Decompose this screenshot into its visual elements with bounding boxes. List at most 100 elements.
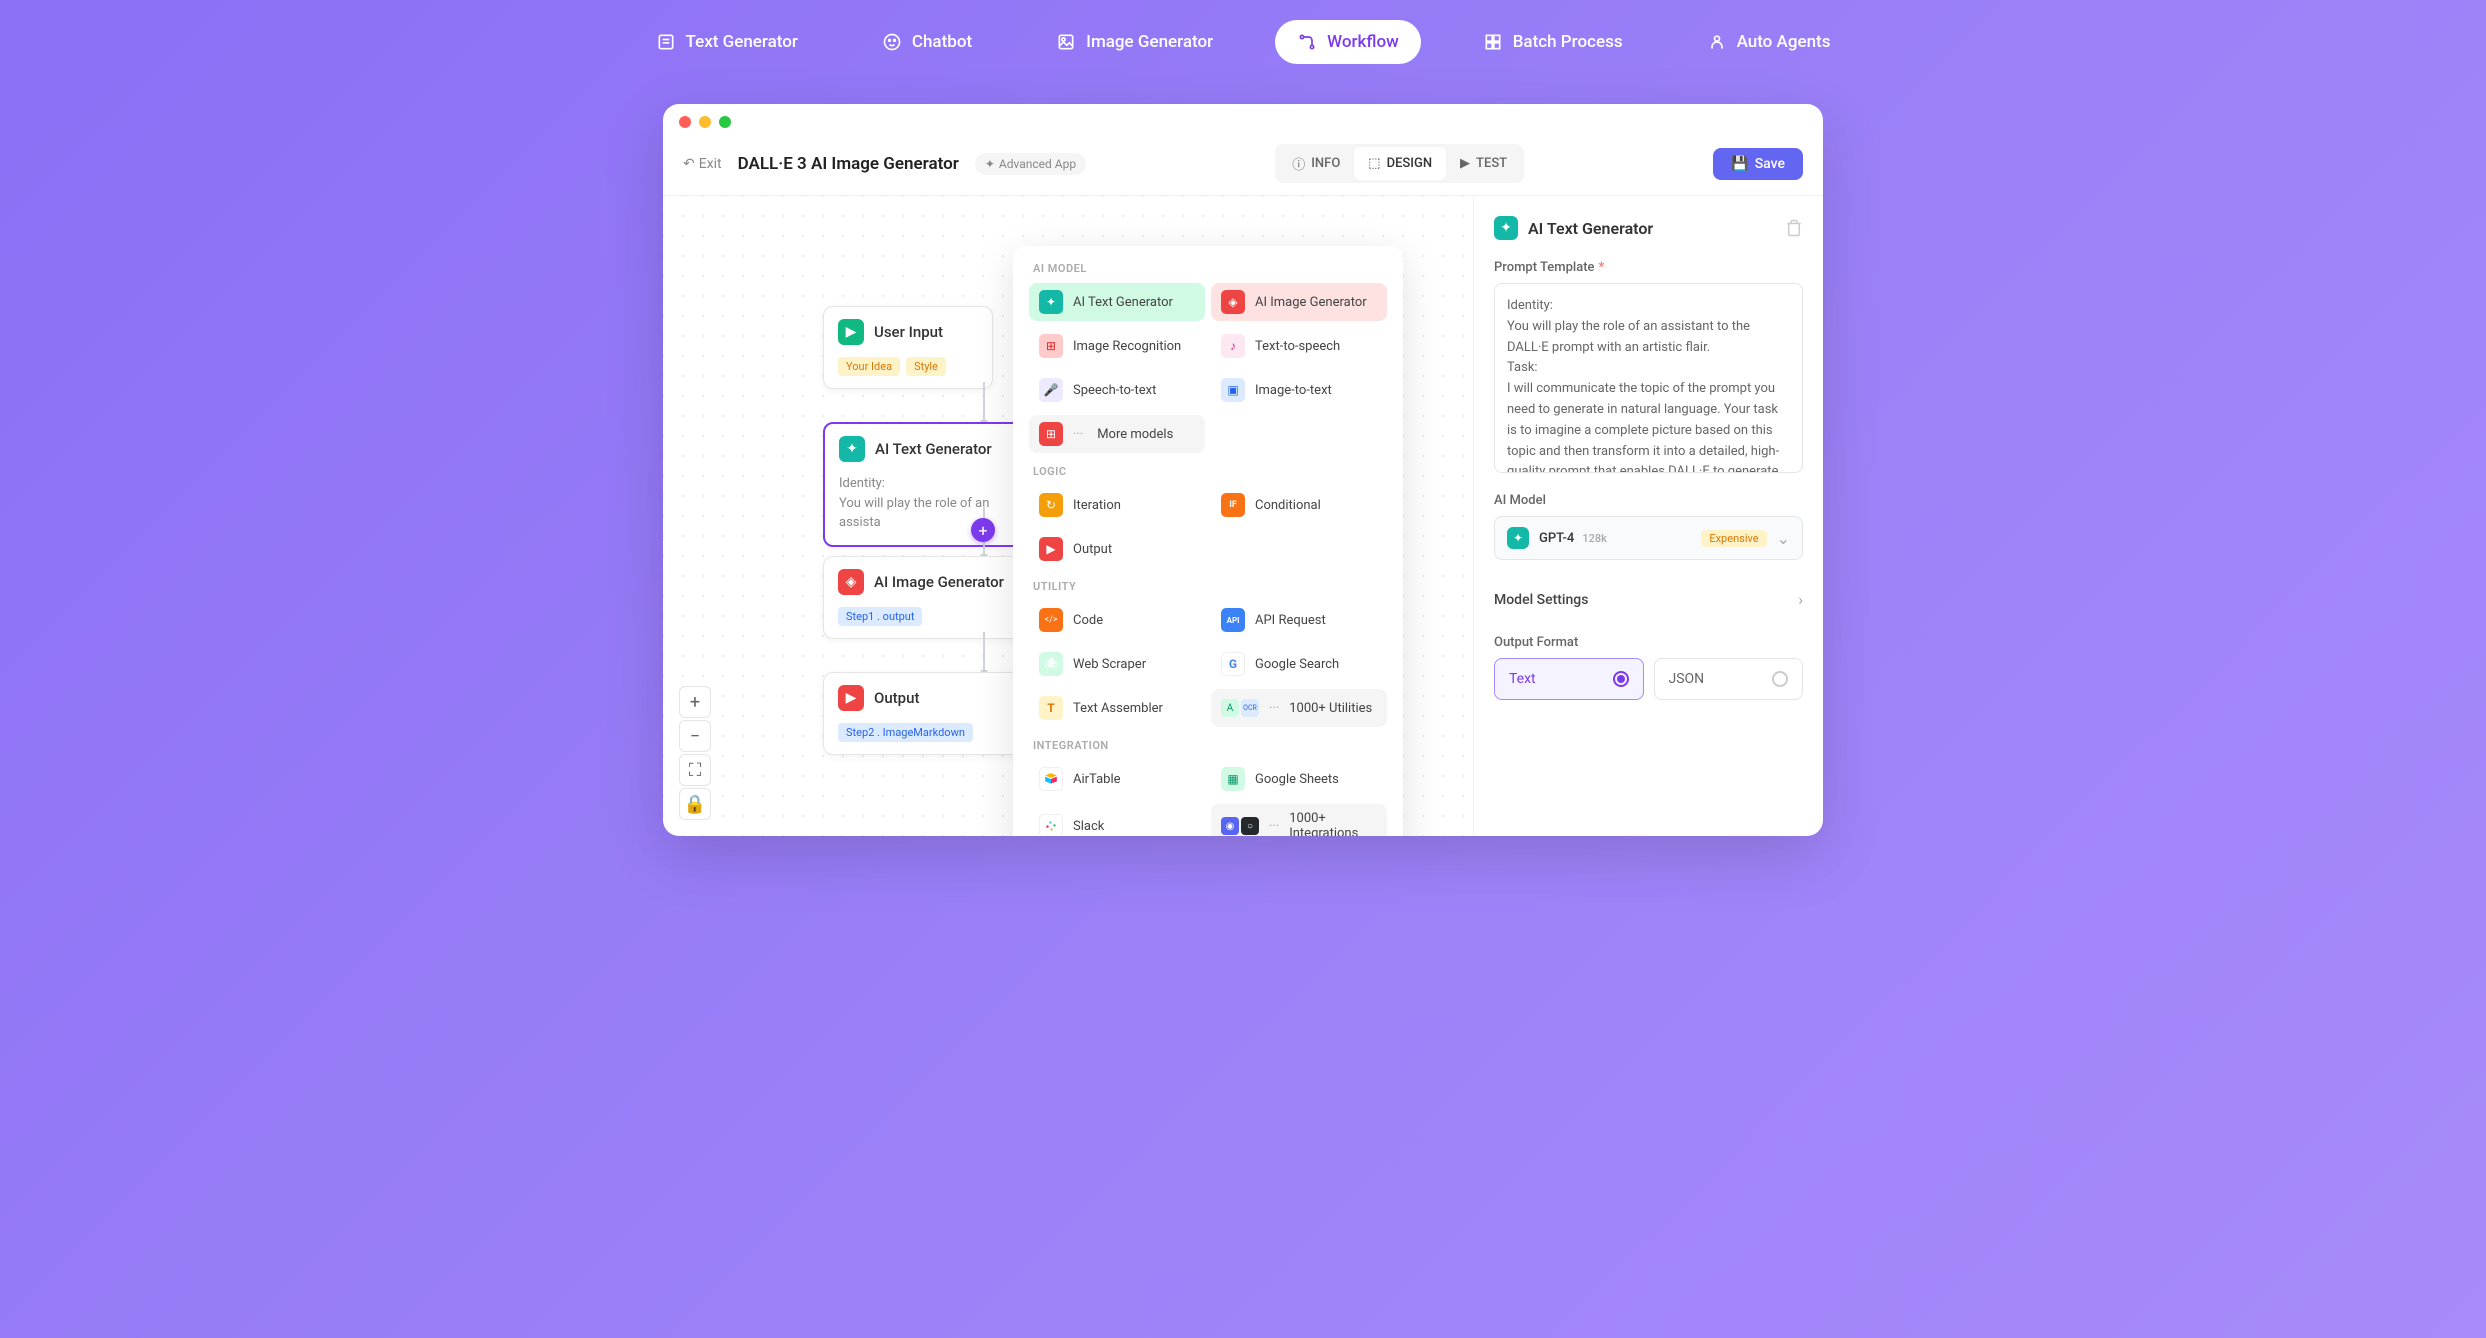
- maximize-dot[interactable]: [719, 116, 731, 128]
- toolbar: ↶ Exit DALL·E 3 AI Image Generator ✦ Adv…: [663, 140, 1823, 196]
- format-json[interactable]: JSON: [1654, 658, 1804, 700]
- google-icon: G: [1221, 652, 1245, 676]
- chevron-right-icon: ›: [1798, 590, 1803, 609]
- save-button[interactable]: 💾 Save: [1713, 148, 1803, 180]
- picker-speech-to-text[interactable]: 🎤Speech-to-text: [1029, 371, 1205, 409]
- text-gen-icon: ✦: [839, 436, 865, 462]
- sheets-icon: ▦: [1221, 767, 1245, 791]
- tag-your-idea: Your Idea: [838, 357, 900, 376]
- design-icon: ⬚: [1368, 156, 1380, 171]
- picker-web-scraper[interactable]: 🕷Web Scraper: [1029, 645, 1205, 683]
- window-chrome: [663, 104, 1823, 140]
- nav-batch-process[interactable]: Batch Process: [1461, 20, 1645, 64]
- radio-on-icon: [1613, 671, 1629, 687]
- airtable-icon: [1039, 767, 1063, 791]
- nav-image-generator[interactable]: Image Generator: [1034, 20, 1235, 64]
- output-pick-icon: ▶: [1039, 537, 1063, 561]
- properties-panel: ✦ AI Text Generator Prompt Template* Ide…: [1473, 196, 1823, 836]
- picker-ai-image-generator[interactable]: ◈AI Image Generator: [1211, 283, 1387, 321]
- image-icon: [1056, 32, 1076, 52]
- tag-step1: Step1 . output: [838, 607, 922, 626]
- picker-heading-logic: LOGIC: [1029, 465, 1387, 478]
- zoom-in-button[interactable]: +: [679, 686, 711, 718]
- lock-button[interactable]: 🔒: [679, 788, 711, 820]
- app-window: ↶ Exit DALL·E 3 AI Image Generator ✦ Adv…: [663, 104, 1823, 836]
- connector-1: [983, 382, 985, 422]
- utility-icons: AOCR: [1221, 699, 1259, 717]
- grid-icon: ⊞: [1039, 334, 1063, 358]
- picker-api-request[interactable]: APIAPI Request: [1211, 601, 1387, 639]
- picker-slack[interactable]: Slack: [1029, 804, 1205, 836]
- picker-code[interactable]: </>Code: [1029, 601, 1205, 639]
- picker-iteration[interactable]: ↻Iteration: [1029, 486, 1205, 524]
- save-icon: 💾: [1731, 156, 1748, 172]
- format-text[interactable]: Text: [1494, 658, 1644, 700]
- back-icon: ↶: [683, 156, 695, 172]
- picker-airtable[interactable]: AirTable: [1029, 760, 1205, 798]
- panel-icon: ✦: [1494, 216, 1518, 240]
- picker-text-assembler[interactable]: TText Assembler: [1029, 689, 1205, 727]
- minimize-dot[interactable]: [699, 116, 711, 128]
- picker-image-recognition[interactable]: ⊞Image Recognition: [1029, 327, 1205, 365]
- ai-model-label: AI Model: [1494, 493, 1803, 508]
- slack-icon: [1039, 814, 1063, 836]
- fit-button[interactable]: ⛶: [679, 754, 711, 786]
- model-selector[interactable]: ✦ GPT-4128k Expensive ⌄: [1494, 516, 1803, 560]
- loop-icon: ↻: [1039, 493, 1063, 517]
- sparkle-icon: ✦: [1039, 290, 1063, 314]
- node-image-generator[interactable]: ◈ AI Image Generator Step1 . output: [823, 556, 1023, 639]
- picker-google-search[interactable]: GGoogle Search: [1211, 645, 1387, 683]
- picker-more-models[interactable]: ⊞···More models: [1029, 415, 1205, 453]
- workflow-canvas[interactable]: ▶ User Input Your Idea Style ✦ AI Text G…: [663, 196, 1473, 836]
- model-cost-tag: Expensive: [1701, 530, 1766, 547]
- api-icon: API: [1221, 608, 1245, 632]
- tab-test[interactable]: ▶TEST: [1446, 147, 1521, 180]
- info-icon: ⓘ: [1292, 154, 1305, 173]
- picker-more-utilities[interactable]: AOCR ···1000+ Utilities: [1211, 689, 1387, 727]
- exit-button[interactable]: ↶ Exit: [683, 156, 722, 172]
- batch-icon: [1483, 32, 1503, 52]
- picker-more-integrations[interactable]: ◉○ ···1000+ Integrations: [1211, 804, 1387, 836]
- view-tabs: ⓘINFO ⬚DESIGN ▶TEST: [1275, 144, 1524, 183]
- add-node-button[interactable]: +: [971, 518, 995, 542]
- chat-icon: [882, 32, 902, 52]
- user-input-icon: ▶: [838, 319, 864, 345]
- integration-icons: ◉○: [1221, 817, 1259, 835]
- picker-ai-text-generator[interactable]: ✦AI Text Generator: [1029, 283, 1205, 321]
- image-text-icon: ▣: [1221, 378, 1245, 402]
- top-nav: Text Generator Chatbot Image Generator W…: [0, 20, 2486, 64]
- picker-google-sheets[interactable]: ▦Google Sheets: [1211, 760, 1387, 798]
- nav-auto-agents[interactable]: Auto Agents: [1685, 20, 1853, 64]
- model-settings-row[interactable]: Model Settings ›: [1494, 580, 1803, 619]
- panel-title: AI Text Generator: [1528, 219, 1653, 238]
- mic-icon: 🎤: [1039, 378, 1063, 402]
- picker-heading-utility: UTILITY: [1029, 580, 1387, 593]
- more-icon: ⊞: [1039, 422, 1063, 446]
- close-dot[interactable]: [679, 116, 691, 128]
- img-gen-icon: ◈: [838, 569, 864, 595]
- if-icon: IF: [1221, 493, 1245, 517]
- model-icon: ✦: [1507, 527, 1529, 549]
- picker-output[interactable]: ▶Output: [1029, 530, 1205, 568]
- picker-heading-integration: INTEGRATION: [1029, 739, 1387, 752]
- nav-text-generator[interactable]: Text Generator: [634, 20, 820, 64]
- picker-text-to-speech[interactable]: ♪Text-to-speech: [1211, 327, 1387, 365]
- tab-info[interactable]: ⓘINFO: [1278, 147, 1354, 180]
- code-icon: </>: [1039, 608, 1063, 632]
- output-icon: ▶: [838, 685, 864, 711]
- prompt-template-input[interactable]: Identity: You will play the role of an a…: [1494, 283, 1803, 473]
- nav-chatbot[interactable]: Chatbot: [860, 20, 994, 64]
- workflow-icon: [1297, 32, 1317, 52]
- zoom-out-button[interactable]: −: [679, 720, 711, 752]
- picker-heading-aimodel: AI MODEL: [1029, 262, 1387, 275]
- nav-workflow[interactable]: Workflow: [1275, 20, 1421, 64]
- picker-image-to-text[interactable]: ▣Image-to-text: [1211, 371, 1387, 409]
- node-user-input[interactable]: ▶ User Input Your Idea Style: [823, 306, 993, 389]
- tab-design[interactable]: ⬚DESIGN: [1354, 147, 1446, 180]
- play-icon: ▶: [1460, 156, 1470, 171]
- canvas-controls: + − ⛶ 🔒: [679, 686, 711, 820]
- delete-button[interactable]: [1785, 219, 1803, 237]
- radio-off-icon: [1772, 671, 1788, 687]
- sparkle-icon: ✦: [985, 157, 995, 171]
- picker-conditional[interactable]: IFConditional: [1211, 486, 1387, 524]
